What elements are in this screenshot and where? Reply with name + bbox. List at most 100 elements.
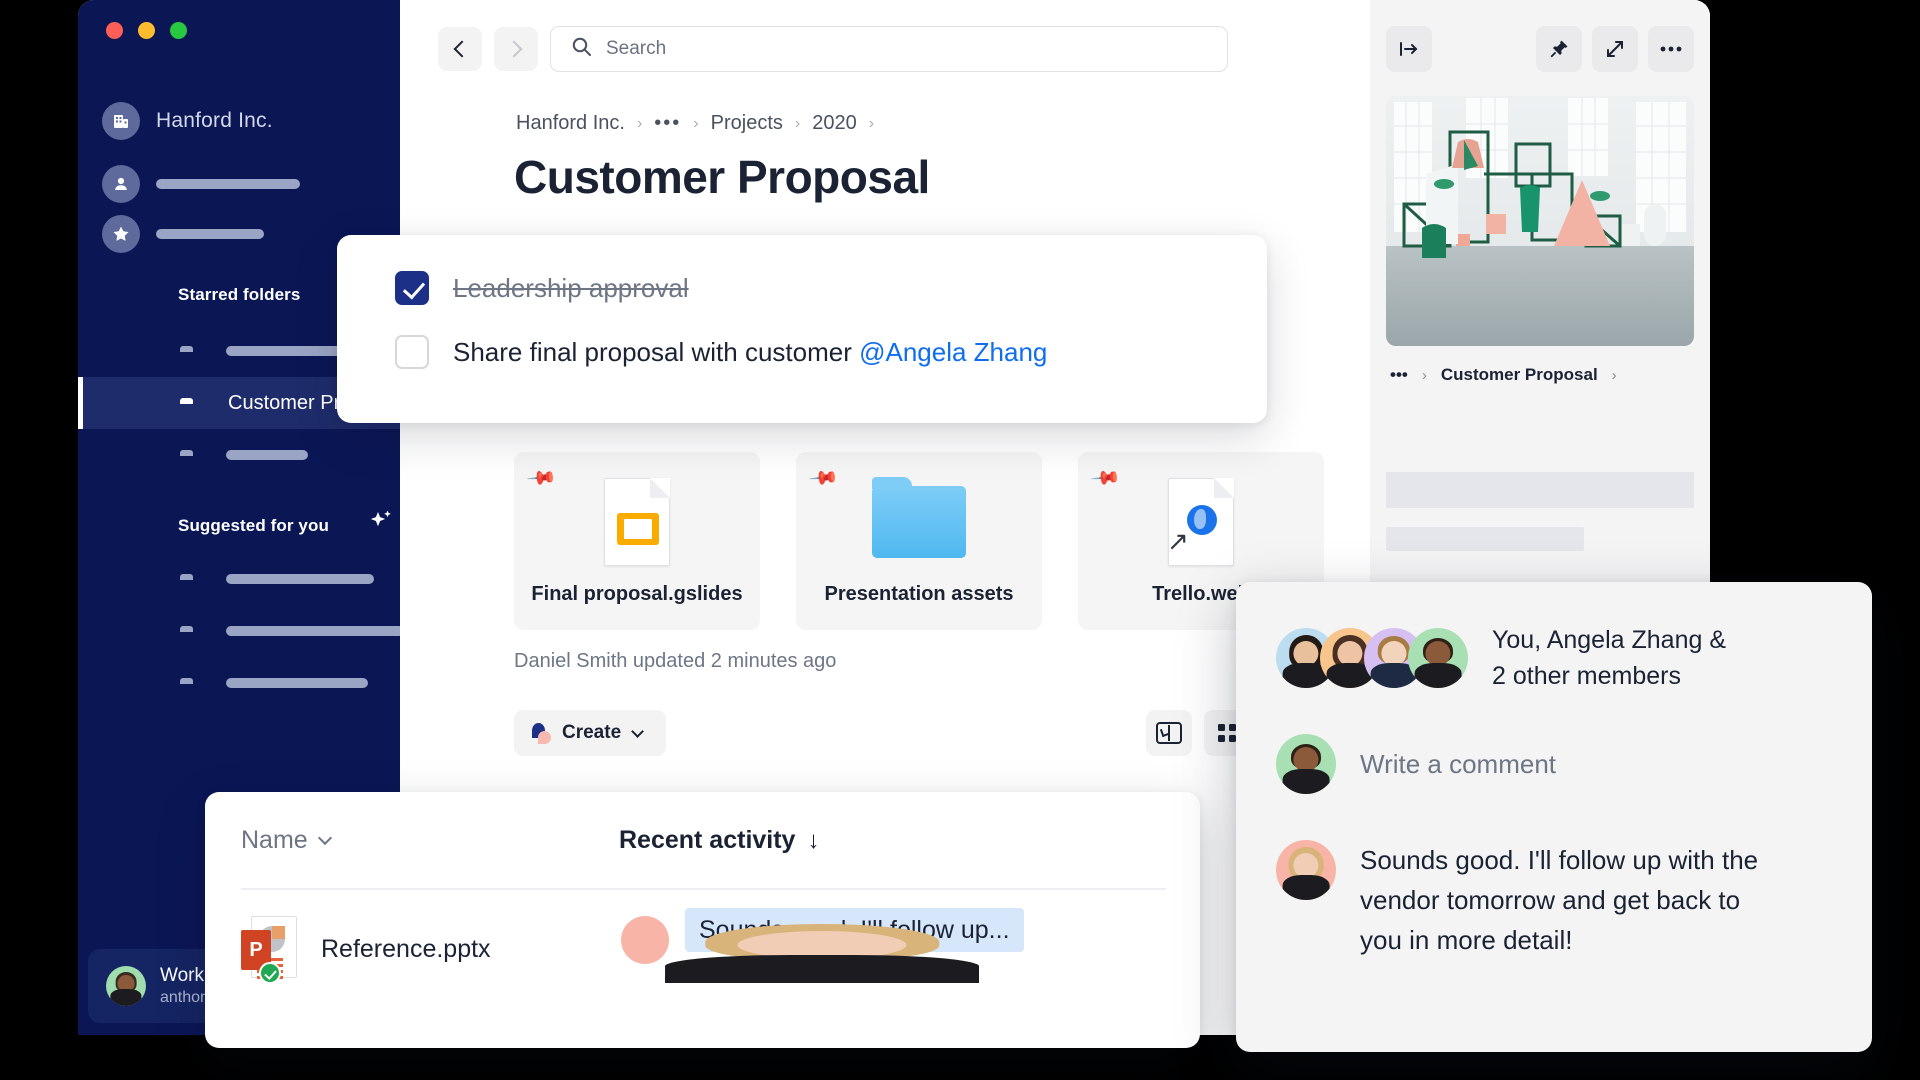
- members-summary-line2: 2 other members: [1492, 662, 1681, 690]
- breadcrumb-separator: ›: [794, 114, 801, 132]
- chevron-down-icon: [631, 724, 645, 738]
- comment-composer[interactable]: Write a comment: [1236, 734, 1872, 794]
- minimize-window-button[interactable]: [138, 22, 155, 39]
- sidebar-item-starred[interactable]: [102, 215, 264, 253]
- sync-complete-icon: [259, 962, 281, 984]
- members-summary-line1: You, Angela Zhang &: [1492, 626, 1726, 654]
- back-button[interactable]: [438, 27, 482, 71]
- breadcrumb-overflow-button[interactable]: •••: [1390, 365, 1408, 385]
- org-name: Hanford Inc.: [156, 109, 273, 132]
- breadcrumb-item-org[interactable]: Hanford Inc.: [516, 112, 625, 135]
- details-placeholder-block: [1386, 472, 1694, 508]
- close-window-button[interactable]: [106, 22, 123, 39]
- avatar: [1408, 628, 1468, 688]
- breadcrumb-item-current[interactable]: Customer Proposal: [1441, 365, 1598, 385]
- search-input[interactable]: Search: [550, 26, 1228, 72]
- google-slides-icon: [604, 476, 670, 568]
- avatar: [621, 916, 980, 983]
- checklist-item-label: Leadership approval: [453, 272, 689, 303]
- avatar: [1276, 734, 1336, 794]
- details-panel-breadcrumb: ••• › Customer Proposal ›: [1390, 365, 1617, 385]
- breadcrumb-separator: ›: [636, 114, 643, 132]
- create-button[interactable]: Create: [514, 710, 666, 756]
- create-button-label: Create: [562, 722, 622, 743]
- workspace-name: Work: [160, 965, 204, 986]
- comment-input-placeholder: Write a comment: [1360, 748, 1557, 779]
- file-preview-image[interactable]: [1386, 96, 1694, 346]
- last-updated-text: Daniel Smith updated 2 minutes ago: [514, 650, 837, 672]
- comments-card: You, Angela Zhang & 2 other members Writ…: [1236, 582, 1872, 1052]
- sidebar-folder-placeholder: [226, 450, 308, 460]
- pinned-files-row: 📌 Final proposal.gslides 📌 Presentation …: [514, 452, 1324, 630]
- sidebar-item-personal[interactable]: [102, 165, 300, 203]
- column-header-recent-activity[interactable]: Recent activity ↓: [619, 826, 819, 855]
- sidebar-section-title-starred: Starred folders: [178, 285, 301, 304]
- pin-icon[interactable]: [1536, 26, 1582, 72]
- checklist-item-share-proposal[interactable]: Share final proposal with customer @Ange…: [395, 335, 1267, 369]
- file-card-label: Final proposal.gslides: [531, 583, 743, 605]
- file-list-card: Name Recent activity ↓ P Reference.pptx: [205, 792, 1200, 1048]
- powerpoint-icon: P: [241, 916, 297, 984]
- forward-button[interactable]: [494, 27, 538, 71]
- column-header-label: Recent activity: [619, 826, 796, 854]
- collapse-panel-icon[interactable]: [1386, 26, 1432, 72]
- sidebar-item-placeholder: [156, 229, 264, 239]
- file-name: Reference.pptx: [321, 934, 491, 963]
- members-summary-text: You, Angela Zhang & 2 other members: [1492, 622, 1726, 694]
- breadcrumb-item-2020[interactable]: 2020: [812, 112, 857, 135]
- sidebar-item-placeholder: [156, 179, 300, 189]
- finder-view-icon[interactable]: [1146, 710, 1192, 756]
- table-row[interactable]: P Reference.pptx Sounds good. I'll follo…: [241, 908, 1166, 984]
- sidebar-suggested-item[interactable]: [78, 605, 404, 657]
- file-card-presentation-assets[interactable]: 📌 Presentation assets: [796, 452, 1042, 630]
- breadcrumb-separator: ›: [693, 114, 699, 132]
- search-placeholder: Search: [606, 38, 667, 59]
- breadcrumb-overflow-button[interactable]: •••: [654, 112, 681, 135]
- expand-icon[interactable]: [1592, 26, 1638, 72]
- building-icon: [102, 102, 140, 140]
- avatar: [1276, 840, 1336, 900]
- pin-icon[interactable]: 📌: [525, 461, 559, 495]
- column-header-label: Name: [241, 826, 308, 854]
- mention-link-angela-zhang[interactable]: @Angela Zhang: [859, 337, 1047, 367]
- chevron-down-icon: [317, 830, 332, 846]
- breadcrumb-separator: ›: [868, 114, 875, 132]
- person-icon: [102, 165, 140, 203]
- sidebar-suggested-placeholder: [226, 574, 374, 584]
- avatar: [106, 966, 146, 1006]
- file-list-header: Name Recent activity ↓: [241, 826, 1166, 855]
- screenshot-root: Hanford Inc. Starred folders Customer Pr…: [0, 0, 1920, 1080]
- sidebar-suggested-item[interactable]: [78, 657, 400, 709]
- sidebar-section-title-suggested: Suggested for you: [178, 516, 329, 535]
- search-icon: [571, 36, 592, 62]
- folder-icon: [872, 476, 966, 568]
- window-traffic-lights[interactable]: [106, 22, 187, 39]
- pin-icon[interactable]: 📌: [807, 461, 841, 495]
- sidebar-suggested-item[interactable]: [78, 553, 400, 605]
- sidebar-suggested-placeholder: [226, 626, 404, 636]
- dropbox-icon: [532, 723, 552, 744]
- more-horizontal-icon[interactable]: [1648, 26, 1694, 72]
- sidebar-folder-item[interactable]: [78, 429, 400, 481]
- org-switcher[interactable]: Hanford Inc.: [102, 102, 273, 140]
- file-card-label: Presentation assets: [824, 583, 1014, 605]
- members-summary[interactable]: You, Angela Zhang & 2 other members: [1236, 622, 1872, 694]
- file-card-final-proposal[interactable]: 📌 Final proposal.gslides: [514, 452, 760, 630]
- details-panel-toolbar: [1386, 26, 1694, 72]
- maximize-window-button[interactable]: [170, 22, 187, 39]
- comment-thread-item: Sounds good. I'll follow up with the ven…: [1236, 840, 1872, 960]
- checkbox-unchecked-icon[interactable]: [395, 335, 429, 369]
- star-icon: [102, 215, 140, 253]
- workspace-email: anthon: [160, 989, 209, 1006]
- breadcrumb: Hanford Inc. › ••• › Projects › 2020 ›: [516, 112, 874, 135]
- checkbox-checked-icon[interactable]: [395, 271, 429, 305]
- arrow-down-icon: ↓: [807, 826, 820, 854]
- breadcrumb-item-projects[interactable]: Projects: [711, 112, 783, 135]
- breadcrumb-separator: ›: [1611, 366, 1617, 384]
- sidebar-suggested-placeholder: [226, 678, 368, 688]
- page-title: Customer Proposal: [514, 151, 930, 203]
- checklist-item-leadership-approval[interactable]: Leadership approval: [395, 271, 1267, 305]
- column-header-name[interactable]: Name: [241, 826, 619, 855]
- comment-line1: Sounds good. I'll follow up with: [1360, 845, 1715, 875]
- pin-icon[interactable]: 📌: [1089, 461, 1123, 495]
